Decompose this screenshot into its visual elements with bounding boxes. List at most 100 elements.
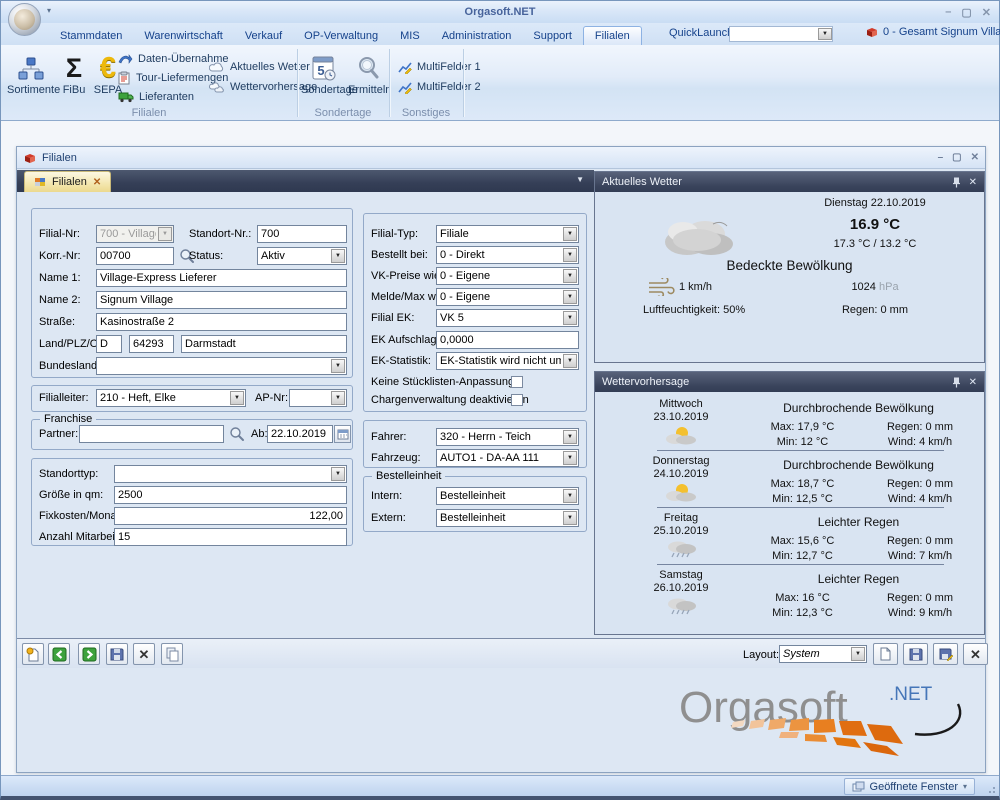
chargen-checkbox[interactable]	[511, 394, 523, 406]
child-close-button[interactable]: ✕	[971, 152, 979, 163]
minimize-button[interactable]: –	[945, 6, 951, 18]
child-minimize-button[interactable]: –	[938, 152, 944, 163]
new-record-button[interactable]	[22, 643, 44, 665]
panel-close-icon[interactable]: ✕	[969, 377, 977, 388]
company-selector[interactable]: 0 - Gesamt Signum Village ▾	[865, 26, 1000, 38]
tab-stammdaten[interactable]: Stammdaten	[49, 26, 133, 45]
org-chart-icon	[7, 48, 55, 84]
sortimente-button[interactable]: Sortimente	[7, 48, 55, 112]
chevron-down-icon: ▼	[563, 227, 577, 241]
rain-cloud-icon	[664, 539, 698, 559]
weather-date: Dienstag 22.10.2019	[765, 197, 985, 209]
strasse-input[interactable]	[96, 313, 347, 331]
lieferanten-button[interactable]: Lieferanten	[118, 88, 194, 106]
arrow-left-icon	[52, 647, 67, 662]
ek-statistik-combobox[interactable]: EK-Statistik wird nicht umgelagert▼	[436, 352, 579, 370]
tab-mis[interactable]: MIS	[389, 26, 431, 45]
previous-record-button[interactable]	[48, 643, 70, 665]
window-title: Orgasoft.NET	[1, 1, 999, 23]
bestellt-bei-combobox[interactable]: 0 - Direkt▼	[436, 246, 579, 264]
weather-condition: Bedeckte Bewölkung	[595, 258, 984, 273]
ab-date-input[interactable]	[267, 425, 333, 443]
multifelder2-button[interactable]: MultiFelder 2	[398, 78, 481, 96]
resize-grip[interactable]	[983, 781, 995, 793]
chevron-down-icon: ▼	[563, 489, 577, 503]
next-record-button[interactable]	[78, 643, 100, 665]
layout-save-button[interactable]	[903, 643, 928, 665]
tab-warenwirtschaft[interactable]: Warenwirtschaft	[133, 26, 233, 45]
layout-new-button[interactable]	[873, 643, 898, 665]
magnifier-icon	[348, 48, 388, 84]
tab-verkauf[interactable]: Verkauf	[234, 26, 293, 45]
ek-aufschlag-input[interactable]	[436, 331, 579, 349]
filial-typ-combobox[interactable]: Filiale▼	[436, 225, 579, 243]
delete-record-button[interactable]: ✕	[133, 643, 155, 665]
standort-nr-input[interactable]	[257, 225, 347, 243]
save-record-button[interactable]	[106, 643, 128, 665]
mitarbeiter-input[interactable]	[114, 528, 347, 546]
chevron-down-icon: ▼	[331, 391, 345, 405]
standorttyp-combobox[interactable]: ▼	[114, 465, 347, 483]
ort-input[interactable]	[181, 335, 347, 353]
tabstrip-dropdown-icon[interactable]: ▼	[576, 175, 584, 184]
tab-administration[interactable]: Administration	[431, 26, 523, 45]
layout-delete-button[interactable]: ✕	[963, 643, 988, 665]
korr-nr-input[interactable]	[96, 247, 174, 265]
sondertage-button[interactable]: 5 Sondertage	[301, 48, 347, 112]
tab-close-icon[interactable]: ✕	[93, 177, 101, 188]
name2-input[interactable]	[96, 291, 347, 309]
status-combobox[interactable]: Aktiv▼	[257, 247, 347, 265]
name1-input[interactable]	[96, 269, 347, 287]
document-tab-filialen[interactable]: Filialen ✕	[24, 171, 111, 192]
tab-filialen[interactable]: Filialen	[583, 26, 642, 45]
intern-combobox[interactable]: Bestelleinheit▼	[436, 487, 579, 505]
fahrer-combobox[interactable]: 320 - Herrn - Teich▼	[436, 428, 579, 446]
groesse-input[interactable]	[114, 486, 347, 504]
fahrzeug-combobox[interactable]: AUTO1 - DA-AA 111▼	[436, 449, 579, 467]
open-windows-button[interactable]: Geöffnete Fenster ▾	[844, 778, 975, 795]
document-tabstrip: Filialen ✕ ▼	[17, 170, 594, 192]
ermitteln-button[interactable]: Ermitteln	[348, 48, 388, 112]
tab-support[interactable]: Support	[522, 26, 583, 45]
chevron-down-icon: ▼	[563, 248, 577, 262]
app-orb-icon[interactable]	[8, 3, 41, 36]
melde-max-combobox[interactable]: 0 - Eigene▼	[436, 288, 579, 306]
search-icon[interactable]	[229, 426, 245, 442]
ap-nr-combobox[interactable]: ▼	[289, 389, 347, 407]
panel-close-icon[interactable]: ✕	[969, 177, 977, 188]
child-maximize-button[interactable]: ▢	[952, 152, 961, 163]
vk-preise-combobox[interactable]: 0 - Eigene▼	[436, 267, 579, 285]
pin-icon[interactable]	[952, 177, 961, 188]
filialleiter-combobox[interactable]: 210 - Heft, Elke▼	[96, 389, 246, 407]
partner-input[interactable]	[79, 425, 224, 443]
tab-op-verwaltung[interactable]: OP-Verwaltung	[293, 26, 389, 45]
filial-ek-combobox[interactable]: VK 5▼	[436, 309, 579, 327]
plz-input[interactable]	[129, 335, 174, 353]
chevron-down-icon[interactable]: ▼	[818, 28, 832, 40]
aktuelles-wetter-button[interactable]: Aktuelles Wetter	[209, 58, 310, 76]
copy-record-button[interactable]	[161, 643, 183, 665]
extern-combobox[interactable]: Bestelleinheit▼	[436, 509, 579, 527]
bundesland-combobox[interactable]: ▼	[96, 357, 347, 375]
fixkosten-input[interactable]	[114, 507, 347, 525]
multifelder1-button[interactable]: MultiFelder 1	[398, 58, 481, 76]
pin-icon[interactable]	[952, 377, 961, 388]
close-button[interactable]: ✕	[982, 6, 991, 19]
quicklaunch-combobox[interactable]: ▼	[729, 26, 833, 42]
quick-access-caret-icon[interactable]: ▾	[47, 6, 51, 15]
calendar-button[interactable]	[334, 425, 351, 443]
aktuelles-wetter-panel-title[interactable]: Aktuelles Wetter ✕	[595, 172, 984, 192]
filialen-window-titlebar[interactable]: Filialen – ▢ ✕	[17, 147, 985, 169]
layout-save-as-button[interactable]	[933, 643, 958, 665]
stuecklisten-checkbox[interactable]	[511, 376, 523, 388]
filialen-window: Filialen – ▢ ✕	[16, 146, 986, 773]
fibu-button[interactable]: Σ FiBu	[57, 48, 91, 112]
sun-cloud-icon	[664, 482, 698, 502]
wettervorhersage-panel-title[interactable]: Wettervorhersage ✕	[595, 372, 984, 392]
franchise-legend: Franchise	[40, 413, 96, 425]
maximize-button[interactable]: ▢	[961, 6, 971, 19]
land-input[interactable]	[96, 335, 122, 353]
filial-nr-combobox[interactable]: 700 - Village-Expr▼	[96, 225, 174, 243]
filial-typ-label: Filial-Typ:	[371, 225, 418, 243]
layout-combobox[interactable]: System▼	[779, 645, 867, 663]
